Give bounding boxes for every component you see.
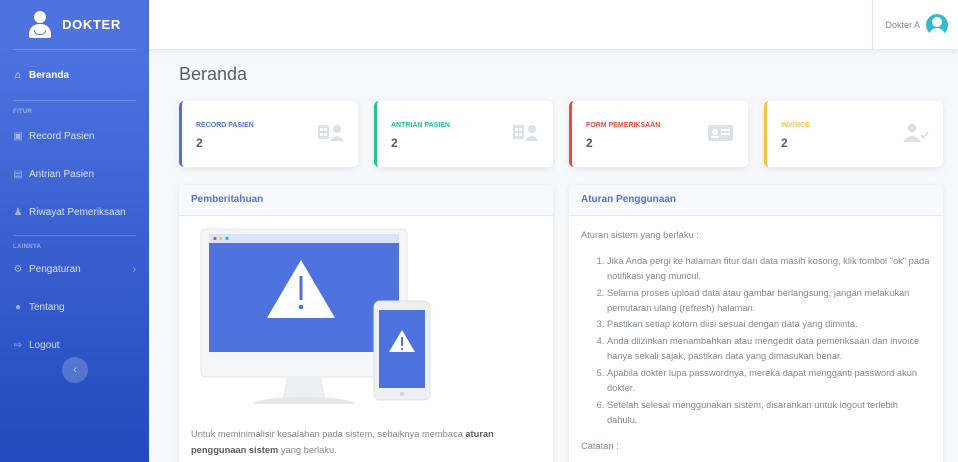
user-name: Dokter A bbox=[885, 19, 920, 30]
logout-icon: ⇨ bbox=[13, 339, 23, 351]
stat-value: 2 bbox=[586, 136, 593, 150]
notice-text-pre: Untuk meminimalisir kesalahan pada siste… bbox=[191, 428, 466, 439]
sidebar-divider bbox=[13, 100, 136, 101]
user-check-icon bbox=[903, 123, 929, 142]
sidebar-divider bbox=[13, 235, 136, 236]
sidebar-item-label: Pengaturan bbox=[29, 263, 81, 275]
stat-value: 2 bbox=[391, 136, 398, 150]
rules-list-item: Selama proses upload data atau gambar be… bbox=[607, 286, 931, 316]
rules-list: Jika Anda pergi ke halaman fitur dan dat… bbox=[581, 254, 931, 428]
rules-list-item: Apabila dokter lupa passwordnya, mereka … bbox=[607, 366, 931, 396]
stat-value: 2 bbox=[196, 136, 203, 150]
sidebar-toggle-button[interactable]: ‹ bbox=[62, 357, 88, 383]
sidebar-item-pengaturan[interactable]: ⚙ Pengaturan › bbox=[0, 256, 149, 282]
stat-card-antrian-pasien[interactable]: ANTRIAN PASIEN 2 bbox=[374, 101, 553, 167]
stat-card-record-pasien[interactable]: RECORD PASIEN 2 bbox=[179, 101, 358, 167]
rules-note-label: Catatan : bbox=[581, 440, 619, 451]
rules-list-item: Pastikan setiap kolom diisi sesuai denga… bbox=[607, 317, 931, 332]
notice-text-post: yang berlaku. bbox=[278, 444, 337, 455]
stat-card-invoice[interactable]: INVOICE 2 bbox=[764, 101, 943, 167]
list-icon: ▤ bbox=[13, 168, 23, 180]
sidebar-item-label: Beranda bbox=[29, 69, 70, 81]
doctor-icon bbox=[28, 10, 52, 39]
sidebar-item-label: Record Pasien bbox=[29, 130, 95, 142]
sidebar-item-record-pasien[interactable]: ▣ Record Pasien bbox=[0, 123, 149, 149]
sidebar-item-tentang[interactable]: ● Tentang bbox=[0, 294, 149, 320]
page-title: Beranda bbox=[179, 64, 248, 84]
stat-label: FORM PEMERIKSAAN bbox=[586, 122, 661, 129]
sidebar-heading-lainnya: LAINNYA bbox=[13, 244, 42, 250]
rules-list-item: Anda diizinkan menambahkan atau mengedit… bbox=[607, 334, 931, 364]
notice-card-title: Pemberitahuan bbox=[179, 185, 553, 216]
home-icon: ⌂ bbox=[14, 69, 22, 81]
sidebar-item-label: Riwayat Pemeriksaan bbox=[29, 206, 126, 218]
rules-list-item: Jika Anda pergi ke halaman fitur dan dat… bbox=[607, 254, 931, 284]
rules-list-item: Setelah selesai menggunakan sistem, disa… bbox=[607, 398, 931, 428]
sidebar-item-antrian-pasien[interactable]: ▤ Antrian Pasien bbox=[0, 161, 149, 187]
user-menu[interactable]: Dokter A bbox=[872, 0, 948, 49]
chevron-left-icon: ‹ bbox=[73, 364, 77, 376]
hospital-user-icon bbox=[318, 125, 344, 141]
gear-icon: ⚙ bbox=[13, 263, 23, 275]
stat-label: RECORD PASIEN bbox=[196, 122, 254, 129]
notice-text: Untuk meminimalisir kesalahan pada siste… bbox=[191, 427, 541, 459]
id-card-icon: ▣ bbox=[13, 130, 23, 142]
hospital-user-icon bbox=[513, 125, 539, 141]
rules-card: Aturan Penggunaan Aturan sistem yang ber… bbox=[569, 185, 943, 462]
user-check-icon: ♟ bbox=[13, 206, 23, 218]
brand-name: DOKTER bbox=[62, 17, 121, 32]
sidebar-item-riwayat-pemeriksaan[interactable]: ♟ Riwayat Pemeriksaan bbox=[0, 199, 149, 225]
sidebar-item-label: Tentang bbox=[29, 301, 65, 313]
chevron-right-icon: › bbox=[132, 263, 136, 275]
info-icon: ● bbox=[14, 301, 22, 313]
rules-intro: Aturan sistem yang berlaku : bbox=[581, 230, 699, 240]
stat-label: INVOICE bbox=[781, 122, 810, 129]
sidebar-brand[interactable]: DOKTER bbox=[0, 0, 149, 49]
warning-illustration bbox=[200, 228, 431, 411]
id-card-icon bbox=[708, 125, 733, 141]
notice-card: Pemberitahuan Untuk meminimalisir kesala… bbox=[179, 185, 553, 462]
sidebar-item-label: Logout bbox=[29, 339, 60, 351]
sidebar-item-label: Antrian Pasien bbox=[29, 168, 95, 180]
sidebar-item-beranda[interactable]: ⌂ Beranda bbox=[0, 50, 149, 100]
sidebar: DOKTER ⌂ Beranda FITUR ▣ Record Pasien ▤… bbox=[0, 0, 149, 462]
topbar: Dokter A bbox=[149, 0, 958, 49]
avatar bbox=[926, 13, 948, 36]
sidebar-heading-fitur: FITUR bbox=[13, 109, 33, 115]
stat-card-form-pemeriksaan[interactable]: FORM PEMERIKSAAN 2 bbox=[569, 101, 748, 167]
stat-value: 2 bbox=[781, 136, 788, 150]
stat-label: ANTRIAN PASIEN bbox=[391, 122, 450, 129]
rules-card-title: Aturan Penggunaan bbox=[569, 185, 943, 216]
sidebar-item-logout[interactable]: ⇨ Logout bbox=[0, 332, 149, 358]
